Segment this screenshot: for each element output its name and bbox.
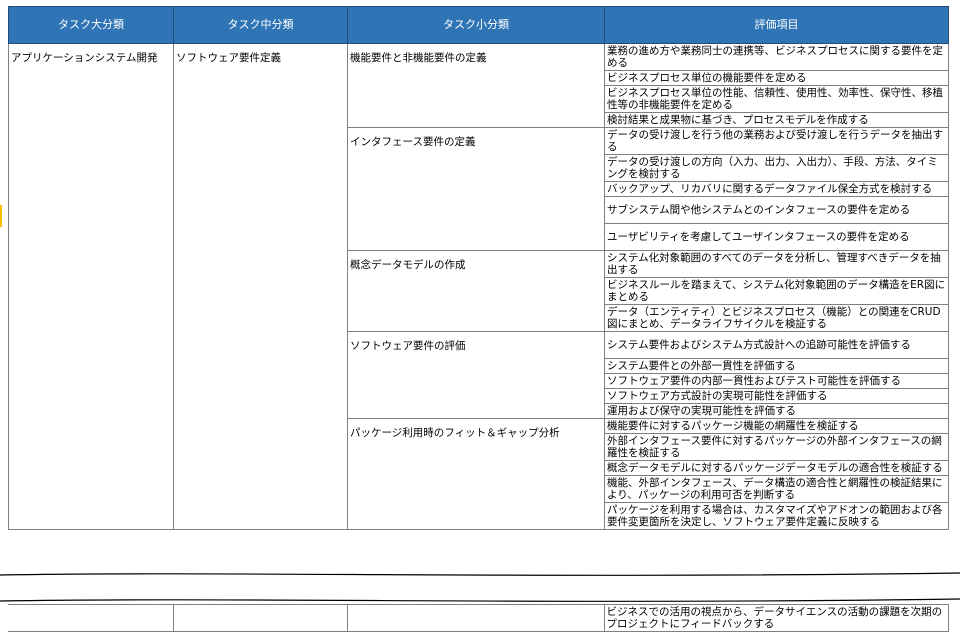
edge-marker — [0, 205, 2, 227]
evaluation-item: ソフトウェア方式設計の実現可能性を評価する — [604, 388, 949, 404]
minor-category-cell: パッケージ利用時のフィット＆ギャップ分析 — [347, 418, 605, 530]
major-category-cell: アプリケーションシステム開発 — [8, 43, 174, 530]
empty-cell — [346, 604, 605, 632]
page-break — [0, 569, 960, 607]
header-minor: タスク小分類 — [347, 6, 605, 44]
evaluation-item: 外部インタフェース要件に対するパッケージの外部インタフェースの網羅性を検証する — [604, 433, 949, 461]
table-row: ビジネスでの活用の視点から、データサイエンスの活動の課題を次期のプロジェクトにフ… — [8, 604, 949, 632]
minor-category-cell: 概念データモデルの作成 — [347, 250, 605, 332]
evaluation-item: ビジネスでの活用の視点から、データサイエンスの活動の課題を次期のプロジェクトにフ… — [603, 604, 949, 632]
evaluation-item: 検討結果と成果物に基づき、プロセスモデルを作成する — [604, 112, 949, 128]
evaluation-item: 機能、外部インタフェース、データ構造の適合性と網羅性の検証結果により、パッケージ… — [604, 475, 949, 503]
header-row: タスク大分類 タスク中分類 タスク小分類 評価項目 — [8, 6, 949, 44]
evaluation-item: 業務の進め方や業務同士の連携等、ビジネスプロセスに関する要件を定める — [604, 43, 949, 71]
evaluation-item: パッケージを利用する場合は、カスタマイズやアドオンの範囲および各要件変更箇所を決… — [604, 502, 949, 530]
table-row: アプリケーションシステム開発 ソフトウェア要件定義 機能要件と非機能要件の定義 … — [8, 43, 949, 530]
evaluation-item: データの受け渡しを行う他の業務および受け渡しを行うデータを抽出する — [604, 127, 949, 155]
evaluation-item: システム要件との外部一貫性を評価する — [604, 358, 949, 374]
header-major: タスク大分類 — [8, 6, 174, 44]
evaluation-item: 機能要件に対するパッケージ機能の網羅性を検証する — [604, 418, 949, 434]
evaluation-item: ソフトウェア要件の内部一貫性およびテスト可能性を評価する — [604, 373, 949, 389]
minor-category-cell: 機能要件と非機能要件の定義 — [347, 43, 605, 128]
header-middle: タスク中分類 — [173, 6, 348, 44]
evaluation-item: 運用および保守の実現可能性を評価する — [604, 403, 949, 419]
empty-cell — [172, 604, 348, 632]
evaluation-item: データの受け渡しの方向（入力、出力、入出力）、手段、方法、タイミングを検討する — [604, 154, 949, 182]
evaluation-item: ビジネスルールを踏まえて、システム化対象範囲のデータ構造をER図にまとめる — [604, 277, 949, 305]
minor-category-cell: インタフェース要件の定義 — [347, 127, 605, 251]
evaluation-item: ユーザビリティを考慮してユーザインタフェースの要件を定める — [604, 223, 949, 251]
break-lines — [0, 572, 960, 602]
middle-category-cell: ソフトウェア要件定義 — [173, 43, 348, 530]
evaluation-item: バックアップ、リカバリに関するデータファイル保全方式を検討する — [604, 181, 949, 197]
evaluation-item: ビジネスプロセス単位の機能要件を定める — [604, 70, 949, 86]
evaluation-table: タスク大分類 タスク中分類 タスク小分類 評価項目 アプリケーションシステム開発… — [8, 6, 949, 530]
empty-cell — [8, 604, 173, 632]
header-evaluation: 評価項目 — [604, 6, 949, 44]
minor-category-cell: ソフトウェア要件の評価 — [347, 331, 605, 419]
evaluation-item: ビジネスプロセス単位の性能、信頼性、使用性、効率性、保守性、移植性等の非機能要件… — [604, 85, 949, 113]
continued-table: ビジネスでの活用の視点から、データサイエンスの活動の課題を次期のプロジェクトにフ… — [8, 604, 949, 632]
evaluation-item: システム化対象範囲のすべてのデータを分析し、管理すべきデータを抽出する — [604, 250, 949, 278]
evaluation-item: サブシステム間や他システムとのインタフェースの要件を定める — [604, 196, 949, 224]
evaluation-item: データ（エンティティ）とビジネスプロセス（機能）との関連をCRUD図にまとめ、デ… — [604, 304, 949, 332]
evaluation-item: システム要件およびシステム方式設計への追跡可能性を評価する — [604, 331, 949, 359]
evaluation-item: 概念データモデルに対するパッケージデータモデルの適合性を検証する — [604, 460, 949, 476]
